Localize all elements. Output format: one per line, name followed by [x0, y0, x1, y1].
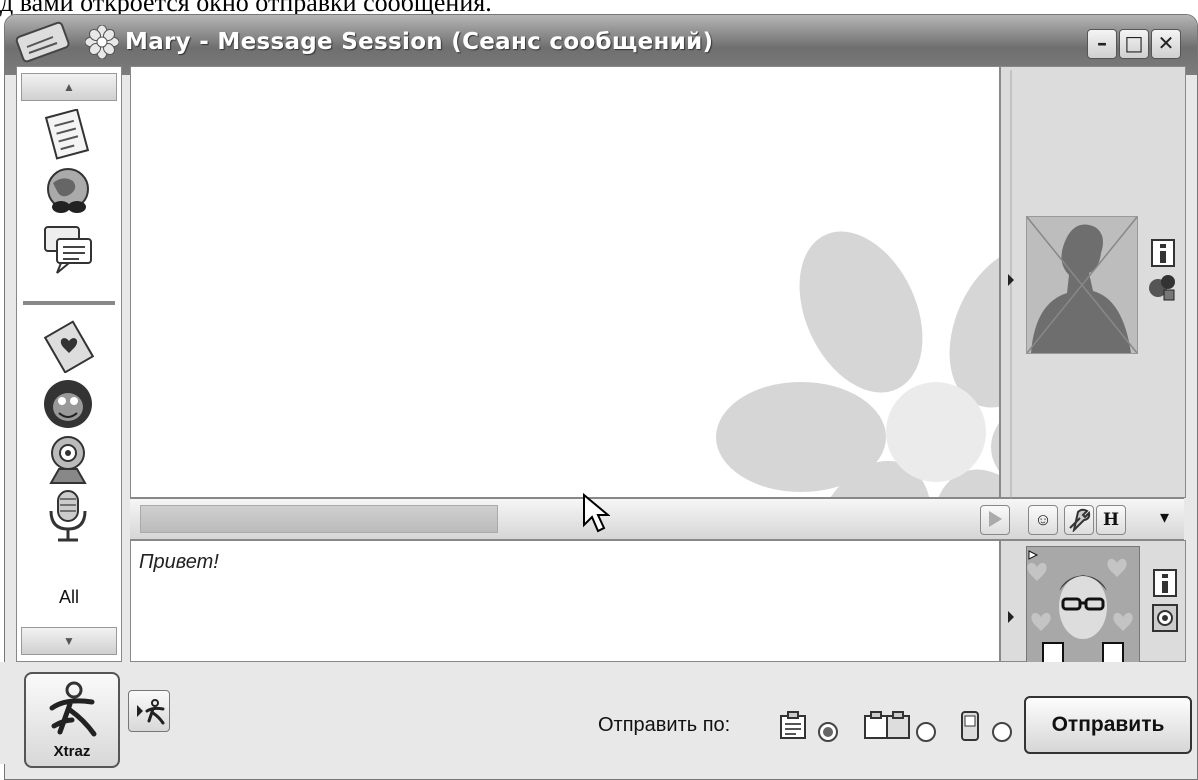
- xtraz-logo-icon: [49, 681, 97, 737]
- icq-mode-icon[interactable]: [778, 710, 808, 742]
- send-via-combined-radio[interactable]: [916, 722, 936, 742]
- toolbar-dropdown-button[interactable]: ▾: [1160, 507, 1169, 528]
- window-title: Mary - Message Session (Сеанс сообщений): [125, 29, 714, 55]
- icq-flower-watermark-icon: [716, 231, 999, 497]
- formatting-toolbar: ☺ H ▾: [130, 493, 1184, 540]
- close-button[interactable]: ✕: [1151, 29, 1181, 59]
- play-icon: [989, 511, 1002, 527]
- maximize-button[interactable]: □: [1119, 29, 1149, 59]
- font-button[interactable]: H: [1096, 505, 1126, 535]
- xtraz-arrow-icon: [137, 699, 165, 725]
- my-status-icon[interactable]: [1152, 604, 1178, 632]
- message-input[interactable]: Привет!: [130, 540, 1000, 662]
- lower-splitter-arrow-icon[interactable]: [1006, 610, 1016, 624]
- minimize-button[interactable]: –: [1087, 29, 1117, 59]
- contact-avatar: [1026, 216, 1138, 354]
- message-input-text: Привет!: [139, 551, 219, 573]
- monkey-icon[interactable]: [39, 377, 97, 431]
- contact-info-icon[interactable]: [1150, 238, 1176, 268]
- greeting-card-icon[interactable]: [39, 319, 97, 373]
- my-info-icon[interactable]: [1152, 568, 1178, 598]
- panel-splitter[interactable]: [1004, 70, 1018, 498]
- xtraz-label: Xtraz: [53, 743, 91, 760]
- send-via-sms-radio[interactable]: [992, 722, 1012, 742]
- bottom-bar: [0, 662, 1192, 764]
- xtraz-small-button[interactable]: [128, 690, 170, 732]
- sms-email-mode-icon[interactable]: [862, 710, 912, 742]
- sidebar-scroll-down-button[interactable]: ▼: [21, 627, 117, 655]
- webcam-icon[interactable]: [39, 433, 97, 487]
- app-logo-icon: [15, 21, 70, 63]
- sidebar-separator: [23, 301, 115, 305]
- xtraz-button[interactable]: Xtraz: [24, 672, 120, 768]
- mouse-cursor-icon: [583, 493, 610, 533]
- chat-progress-bar: [140, 505, 498, 533]
- microphone-icon[interactable]: [39, 489, 97, 543]
- chat-icon[interactable]: [39, 221, 97, 275]
- mobile-phone-icon[interactable]: [958, 710, 982, 742]
- icq-flower-icon: [85, 25, 119, 59]
- globe-icon[interactable]: [39, 165, 97, 219]
- wrench-icon: [1069, 508, 1091, 534]
- all-plugins-label[interactable]: All: [17, 587, 121, 608]
- send-file-button[interactable]: [980, 505, 1010, 535]
- sidebar-scroll-up-button[interactable]: ▲: [21, 73, 117, 101]
- smiley-button[interactable]: ☺: [1028, 505, 1058, 535]
- contact-actions-icon[interactable]: [1146, 272, 1178, 304]
- send-via-icq-radio[interactable]: [818, 722, 838, 742]
- my-avatar: [1026, 546, 1140, 664]
- message-history-pane[interactable]: [130, 66, 1000, 498]
- tools-button[interactable]: [1064, 505, 1094, 535]
- notepad-icon[interactable]: [39, 109, 97, 163]
- send-via-label: Отправить по:: [598, 714, 731, 736]
- send-button[interactable]: Отправить: [1024, 696, 1192, 754]
- plugins-sidebar: ▲ All ▼: [16, 66, 122, 662]
